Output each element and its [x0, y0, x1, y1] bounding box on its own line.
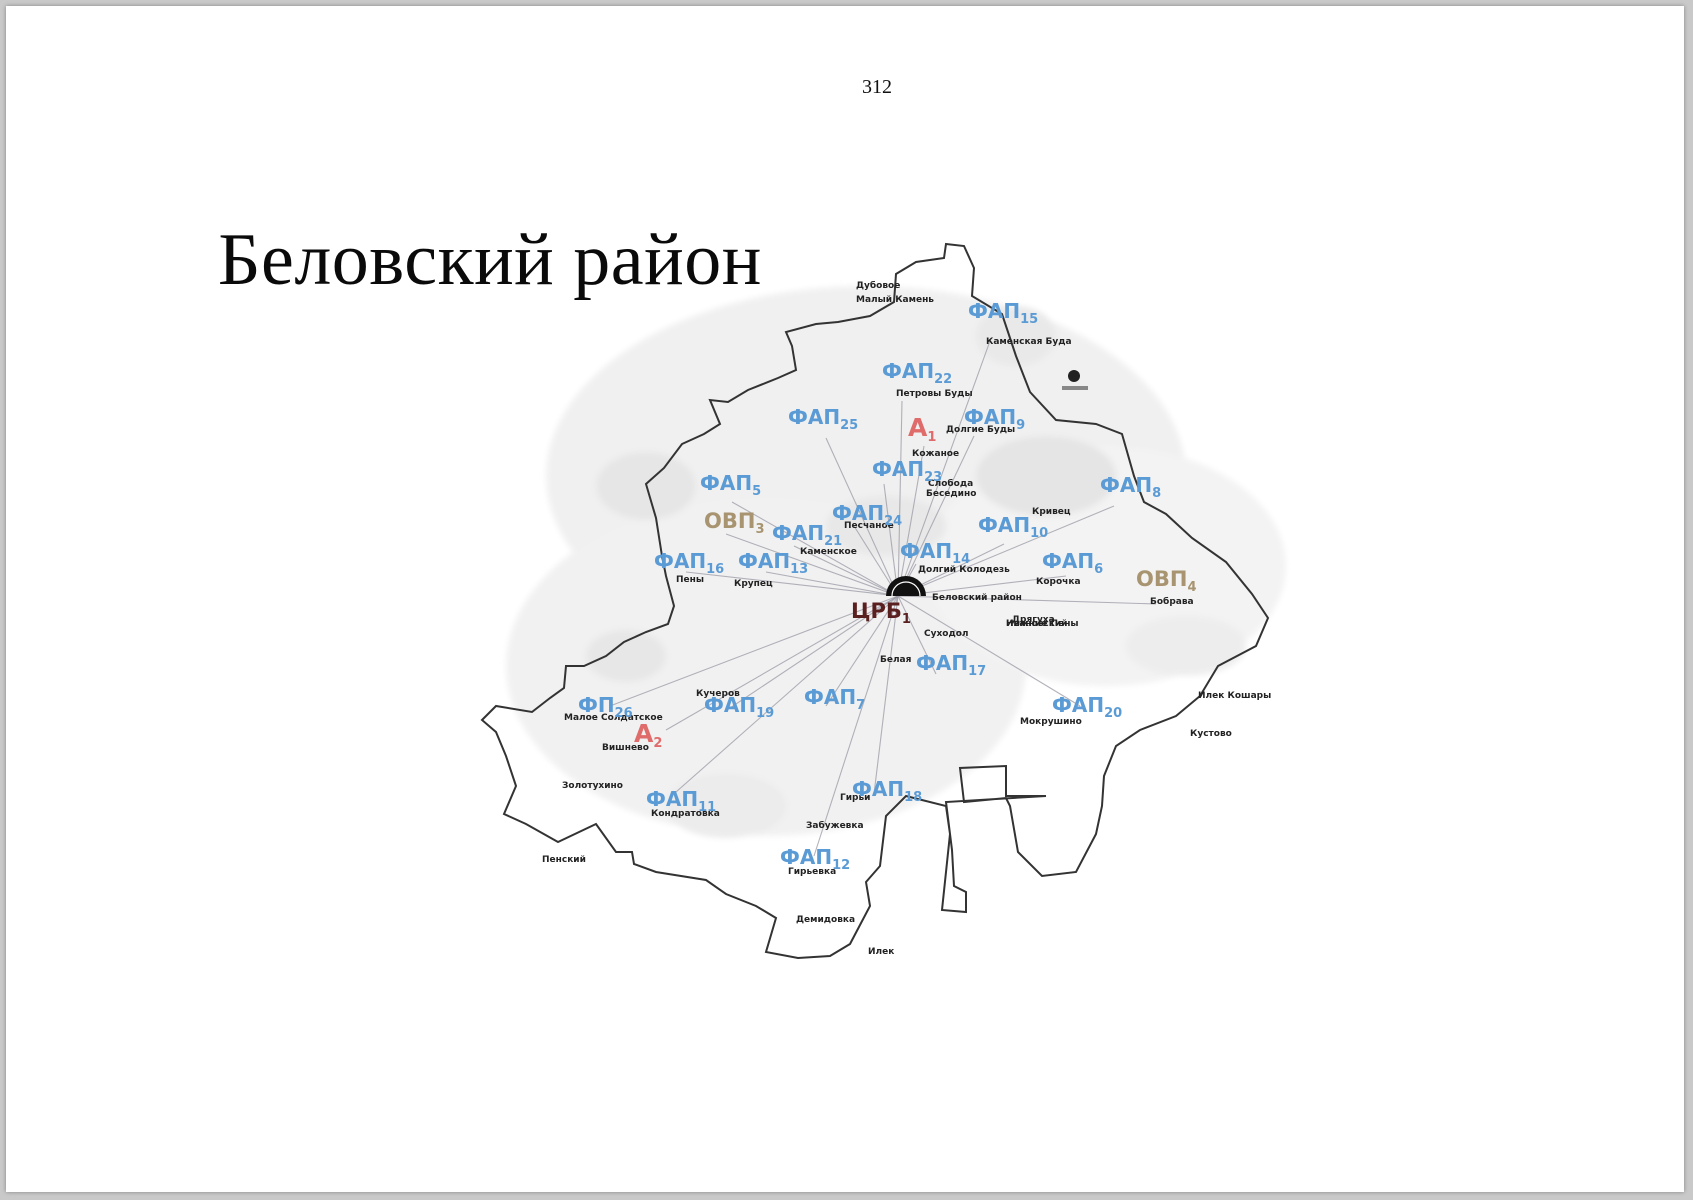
village-label: Ивановский — [1006, 619, 1067, 629]
village-label: Крупец — [734, 579, 773, 589]
village-label: Малый Камень — [856, 295, 934, 305]
facility-label-fap: ФАП6 — [1042, 549, 1103, 577]
village-label: Петровы Буды — [896, 389, 973, 399]
village-label: Кривец — [1032, 507, 1071, 517]
village-label: Беседино — [926, 489, 976, 499]
page-title: Беловский район — [218, 219, 762, 301]
facility-label-ovp: ОВП4 — [1136, 567, 1196, 595]
hub-place-label: Беловский район — [932, 593, 1022, 603]
page-number: 312 — [862, 76, 892, 98]
village-label: Мокрушино — [1020, 717, 1082, 727]
facility-label-fap: ФАП15 — [968, 299, 1038, 327]
facility-label-fap: ФАП12 — [780, 845, 850, 873]
district-map: Дубовое Малый Камень Каменская Буда Петровы… — [480, 242, 1286, 960]
facility-label-ovp: ОВП3 — [704, 509, 764, 537]
village-label: Илек — [868, 947, 894, 957]
village-label: Кустово — [1190, 729, 1232, 739]
document-page: Дубовое Малый Камень Каменская Буда Петровы… — [6, 6, 1684, 1192]
facility-label-fap: ФАП20 — [1052, 693, 1122, 721]
village-label: Золотухино — [562, 781, 623, 791]
facility-label-fap: ФАП5 — [700, 471, 761, 499]
facility-label-fap: ФАП8 — [1100, 473, 1161, 501]
facility-label-fap: ФАП9 — [964, 405, 1025, 433]
village-label: Илек Кошары — [1198, 691, 1271, 701]
village-label: Бобрава — [1150, 596, 1194, 607]
village-label: Корочка — [1036, 577, 1081, 587]
village-label: Пены — [676, 575, 704, 585]
village-label: Дубовое — [856, 280, 900, 291]
village-label: Белая — [880, 655, 912, 665]
village-label: Демидовка — [796, 915, 855, 925]
village-label: Каменская Буда — [986, 337, 1072, 347]
village-label: Пенский — [542, 855, 586, 865]
village-label: Забужевка — [806, 820, 864, 831]
village-label: Суходол — [924, 629, 969, 639]
facility-label-fap: ФАП7 — [804, 685, 865, 713]
